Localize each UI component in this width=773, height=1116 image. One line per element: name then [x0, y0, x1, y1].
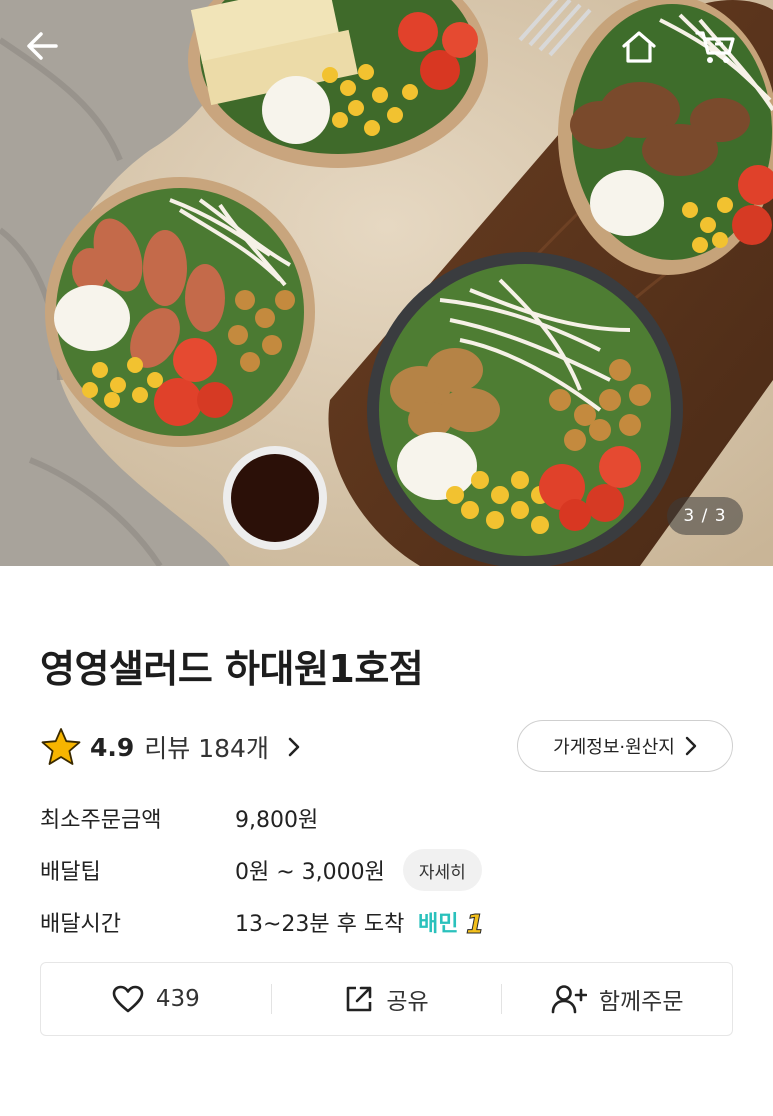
add-person-icon [551, 985, 587, 1014]
delivery-tip-detail-button[interactable]: 자세히 [402, 849, 482, 891]
svg-text:배민: 배민 [418, 912, 458, 937]
like-button[interactable]: 439 [41, 963, 271, 1035]
heart-icon [112, 985, 144, 1013]
delivery-time-label: 배달시간 [40, 912, 121, 937]
action-bar: 439 공유 함께주문 [40, 962, 733, 1036]
delivery-tip-label: 배달팁 [40, 860, 101, 885]
home-icon [622, 31, 656, 63]
back-button[interactable] [24, 28, 76, 76]
like-count: 439 [155, 986, 200, 1012]
min-order-row: 최소주문금액 9,800원 [40, 796, 318, 840]
delivery-tip-value: 0원 ~ 3,000원 [235, 860, 385, 885]
cart-button[interactable] [695, 28, 753, 76]
store-photo-carousel[interactable]: 3 / 3 [0, 0, 773, 566]
baemin-one-badge: 배민 1 [418, 905, 490, 940]
star-icon [41, 728, 81, 765]
review-count: 리뷰 184개 [144, 734, 269, 763]
delivery-time-value: 13~23분 후 도착 [235, 912, 405, 937]
home-button[interactable] [620, 28, 670, 76]
share-icon [347, 986, 372, 1012]
baemin-one-logo: 배민 1 [418, 910, 485, 940]
min-order-label: 최소주문금액 [40, 808, 162, 833]
hero-top-bar [0, 0, 773, 110]
delivery-tip-row: 배달팁 0원 ~ 3,000원 자세히 [40, 848, 482, 892]
group-order-label: 함께주문 [598, 989, 684, 1015]
share-button[interactable]: 공유 [272, 963, 502, 1035]
rating-review-link[interactable]: 4.9 리뷰 184개 [40, 722, 301, 772]
min-order-value: 9,800원 [235, 808, 319, 833]
svg-text:1: 1 [466, 910, 484, 939]
chevron-right-icon [288, 737, 300, 757]
delivery-time-row: 배달시간 13~23분 후 도착 배민 1 [40, 900, 490, 944]
rating-value: 4.9 [90, 732, 135, 762]
chevron-right-icon [685, 736, 697, 756]
cart-icon [695, 31, 735, 63]
arrow-left-icon [27, 32, 58, 60]
group-order-button[interactable]: 함께주문 [502, 963, 732, 1035]
photo-page-indicator: 3 / 3 [667, 497, 743, 535]
store-name: 영영샐러드 하대원1호점 [40, 647, 424, 691]
store-info-button[interactable]: 가게정보·원산지 [517, 720, 733, 772]
store-info-label: 가게정보·원산지 [553, 737, 675, 758]
share-label: 공유 [386, 989, 429, 1015]
